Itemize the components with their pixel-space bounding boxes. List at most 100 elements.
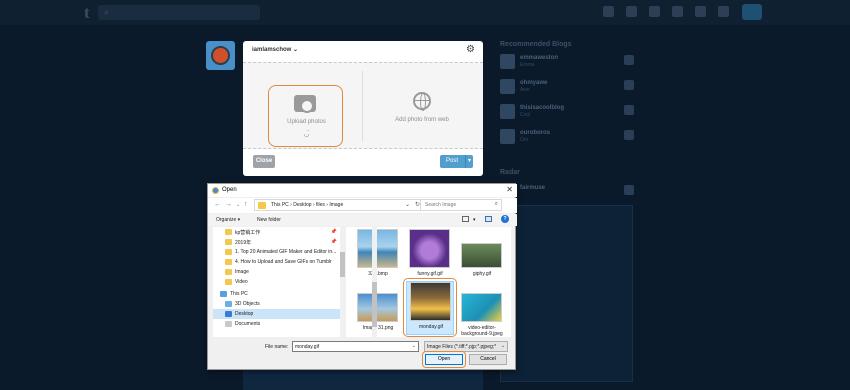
photo-post-composer: iamlamschow ⌄ ⚙ Upload photos ◡̈ Add pho… bbox=[243, 41, 483, 176]
search-icon: ⌕ bbox=[494, 201, 498, 207]
blog-selector[interactable]: iamlamschow ⌄ bbox=[252, 46, 298, 53]
chevron-down-icon[interactable]: ▾ bbox=[473, 217, 476, 223]
change-view-icon[interactable] bbox=[462, 216, 469, 222]
sidebar-blog-item[interactable]: ouroboros Oro bbox=[500, 129, 635, 149]
cancel-button[interactable]: Cancel bbox=[469, 354, 507, 365]
address-bar[interactable]: This PC › Desktop › files › Image ⌄ ↻ bbox=[254, 199, 424, 211]
search-image-input[interactable]: Search Image ⌕ bbox=[420, 199, 502, 211]
file-name: funny.gif.gif bbox=[417, 271, 443, 277]
help-icon[interactable]: ? bbox=[501, 215, 509, 223]
follow-icon[interactable] bbox=[624, 105, 634, 115]
nav-item[interactable]: kp营销工作 📌 bbox=[213, 227, 340, 237]
compose-button[interactable] bbox=[742, 4, 762, 20]
blog-name: thisisacoolblog bbox=[520, 105, 565, 111]
explore-icon[interactable] bbox=[626, 6, 637, 17]
file-name-input[interactable]: monday.gif ⌄ bbox=[292, 341, 419, 352]
dialog-titlebar: Open ✕ bbox=[208, 184, 517, 197]
tumblr-logo[interactable]: t bbox=[84, 3, 90, 23]
dialog-toolbar: Organize ▾ New folder ▾ ? bbox=[208, 214, 517, 226]
blog-name: ouroboros bbox=[520, 130, 550, 136]
file-item[interactable]: giphy.gif bbox=[458, 229, 506, 283]
open-button[interactable]: Open bbox=[425, 354, 463, 365]
scrollbar-thumb[interactable] bbox=[372, 282, 377, 327]
chevron-down-icon[interactable]: ⌄ bbox=[405, 201, 410, 208]
open-file-dialog: Open ✕ ← → ⌄ ↑ This PC › Desktop › files… bbox=[207, 183, 517, 370]
divider bbox=[362, 71, 363, 141]
nav-icons bbox=[603, 6, 729, 17]
add-photo-web-label[interactable]: Add photo from web bbox=[388, 117, 456, 123]
chevron-down-icon[interactable]: ⌄ bbox=[412, 343, 416, 349]
file-item[interactable]: video-editor-background-9.jpeg bbox=[458, 283, 506, 337]
follow-icon[interactable] bbox=[624, 130, 634, 140]
sidebar-blog-item[interactable]: thisisacoolblog Cool bbox=[500, 104, 635, 124]
sidebar-blog-item[interactable]: ohmyawe Awe bbox=[500, 79, 635, 99]
search-input[interactable]: ⌕ bbox=[98, 5, 260, 20]
follow-icon[interactable] bbox=[624, 185, 634, 195]
blog-sub: Awe bbox=[520, 87, 530, 93]
radar-blog-item[interactable]: fairmuse bbox=[500, 184, 635, 204]
dialog-title: Open bbox=[222, 187, 237, 193]
file-scrollbar[interactable] bbox=[372, 227, 377, 337]
activity-icon[interactable] bbox=[695, 6, 706, 17]
nav-item[interactable]: 2019年 📌 bbox=[213, 237, 340, 247]
home-icon[interactable] bbox=[603, 6, 614, 17]
close-icon[interactable]: ✕ bbox=[506, 185, 513, 194]
nav-item-desktop[interactable]: Desktop bbox=[213, 309, 340, 319]
post-button[interactable]: Post ▾ bbox=[440, 155, 473, 168]
blog-avatar bbox=[500, 79, 515, 94]
chevron-down-icon[interactable]: ▾ bbox=[464, 155, 471, 168]
nav-item[interactable]: 4. How to Upload and Save GIFs on Tumblr bbox=[213, 257, 340, 267]
nav-item-label: 2019年 bbox=[235, 240, 252, 246]
messages-icon[interactable] bbox=[672, 6, 683, 17]
radar-image[interactable] bbox=[500, 205, 633, 382]
blog-name: emmaweston bbox=[520, 55, 559, 61]
organize-button[interactable]: Organize ▾ bbox=[216, 217, 240, 223]
nav-scrollbar[interactable] bbox=[340, 227, 345, 337]
file-item[interactable]: funny.gif.gif bbox=[406, 229, 454, 283]
new-folder-button[interactable]: New folder bbox=[257, 217, 281, 223]
recent-dropdown-icon[interactable]: ⌄ bbox=[236, 202, 240, 208]
up-icon[interactable]: ↑ bbox=[244, 201, 248, 208]
nav-item[interactable]: Documents bbox=[213, 319, 340, 329]
file-thumbnail bbox=[357, 229, 398, 268]
blog-avatar bbox=[500, 54, 515, 69]
nav-item[interactable]: 3D Objects bbox=[213, 299, 340, 309]
file-name: giphy.gif bbox=[472, 271, 492, 277]
photo-drop-area: Upload photos ◡̈ Add photo from web bbox=[243, 62, 483, 149]
file-item[interactable]: Image 31.png bbox=[354, 283, 402, 337]
nav-item[interactable]: 1. Top 20 Animated GIF Maker and Editor … bbox=[213, 247, 340, 257]
navigation-pane: kp营销工作 📌 2019年 📌 1. Top 20 Animated GIF Ma… bbox=[213, 227, 345, 337]
sidebar-title: Recommended Blogs bbox=[500, 41, 572, 48]
avatar[interactable] bbox=[206, 41, 235, 70]
file-thumbnail bbox=[409, 229, 450, 268]
smiley-icon: ◡̈ bbox=[303, 131, 310, 138]
nav-item-label: Video bbox=[235, 279, 248, 285]
folder-icon bbox=[225, 239, 232, 245]
globe-icon[interactable] bbox=[413, 92, 431, 111]
nav-item[interactable]: Video bbox=[213, 277, 340, 287]
forward-icon[interactable]: → bbox=[225, 201, 232, 208]
account-icon[interactable] bbox=[718, 6, 729, 17]
folder-icon bbox=[225, 279, 232, 285]
close-button[interactable]: Close bbox=[253, 155, 275, 168]
file-name: Image 31.png bbox=[362, 325, 394, 331]
nav-item-this-pc[interactable]: This PC bbox=[213, 289, 340, 299]
scrollbar-thumb[interactable] bbox=[340, 252, 345, 277]
upload-photos-button[interactable]: Upload photos ◡̈ bbox=[268, 85, 343, 147]
follow-icon[interactable] bbox=[624, 55, 634, 65]
computer-icon bbox=[220, 291, 227, 297]
sidebar-blog-item[interactable]: emmaweston Emma bbox=[500, 54, 635, 74]
preview-pane-icon[interactable] bbox=[485, 216, 492, 222]
file-thumbnail bbox=[461, 293, 502, 322]
nav-item[interactable]: Image bbox=[213, 267, 340, 277]
file-item[interactable]: 333.bmp bbox=[354, 229, 402, 283]
back-icon[interactable]: ← bbox=[214, 201, 221, 208]
follow-icon[interactable] bbox=[624, 80, 634, 90]
gear-icon[interactable]: ⚙ bbox=[466, 44, 475, 55]
top-navigation-bar: t ⌕ bbox=[0, 0, 850, 25]
blog-avatar bbox=[500, 104, 515, 119]
folder-icon bbox=[225, 229, 232, 235]
chevron-down-icon[interactable]: ⌄ bbox=[501, 343, 505, 349]
inbox-icon[interactable] bbox=[649, 6, 660, 17]
breadcrumb[interactable]: This PC › Desktop › files › Image bbox=[271, 202, 343, 208]
